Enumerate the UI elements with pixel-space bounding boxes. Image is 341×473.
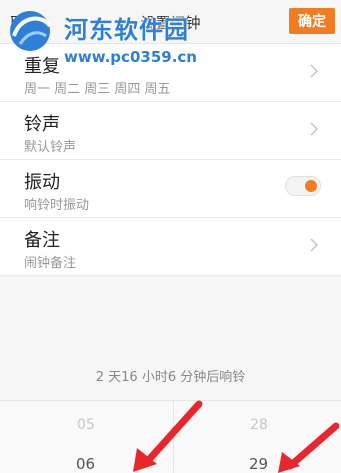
picker-divider	[173, 401, 174, 473]
confirm-button[interactable]: 确定	[289, 8, 335, 34]
setting-label: 备注	[24, 230, 60, 251]
setting-value: 周一 周二 周三 周四 周五	[24, 82, 171, 97]
setting-row-vibrate: 振动 响铃时振动	[0, 160, 341, 218]
setting-value: 闹钟备注	[24, 256, 77, 271]
chevron-right-icon	[310, 122, 319, 136]
minute-prev-value[interactable]: 28	[250, 417, 268, 433]
chevron-right-icon	[310, 64, 319, 78]
setting-value: 响铃时振动	[24, 198, 90, 213]
hour-selected-value[interactable]: 06	[76, 455, 95, 473]
vibrate-toggle[interactable]	[285, 176, 321, 196]
toggle-knob	[305, 180, 317, 192]
setting-label: 重复	[24, 56, 60, 77]
hour-prev-value[interactable]: 05	[77, 417, 95, 433]
minute-selected-value[interactable]: 29	[249, 455, 268, 473]
setting-row-repeat[interactable]: 重复 周一 周二 周三 周四 周五	[0, 44, 341, 102]
alarm-countdown-text: 2 天16 小时6 分钟后响铃	[95, 370, 246, 385]
setting-label: 振动	[24, 172, 60, 193]
setting-value: 默认铃声	[24, 140, 77, 155]
alarm-settings-list: 重复 周一 周二 周三 周四 周五 铃声 默认铃声 振动 响铃时振动 备注 闹钟…	[0, 44, 341, 276]
setting-row-note[interactable]: 备注 闹钟备注	[0, 218, 341, 276]
time-picker[interactable]: 05 06 28 29	[0, 400, 341, 473]
top-bar: 取消 设置闹钟 确定	[0, 0, 341, 44]
setting-label: 铃声	[24, 114, 60, 135]
setting-row-ringtone[interactable]: 铃声 默认铃声	[0, 102, 341, 160]
chevron-right-icon	[310, 238, 319, 252]
